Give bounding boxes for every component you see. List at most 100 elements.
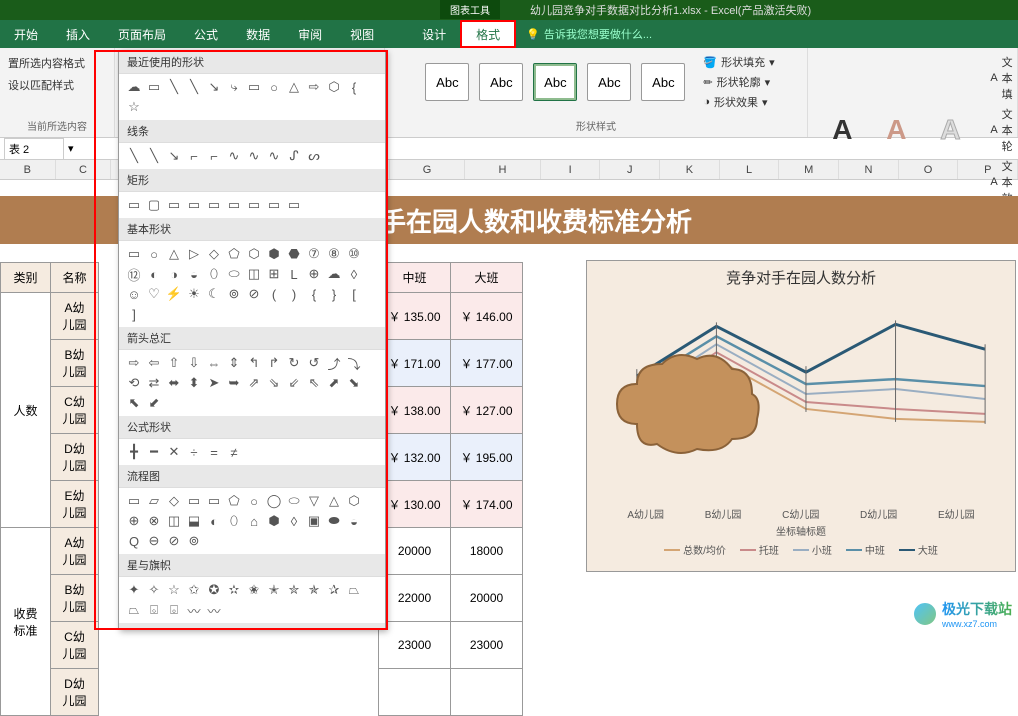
arrow-icon[interactable]: ⬈ — [325, 374, 343, 392]
col-J[interactable]: J — [600, 160, 660, 179]
tab-formula[interactable]: 公式 — [180, 20, 232, 48]
flowchart-icon[interactable]: ⬡ — [345, 492, 363, 510]
flowchart-icon[interactable]: ⬠ — [225, 492, 243, 510]
shape-style-3[interactable]: Abc — [533, 63, 577, 101]
flowchart-icon[interactable]: ▱ — [145, 492, 163, 510]
cell-value[interactable] — [379, 669, 451, 716]
cell-value[interactable]: ￥ 195.00 — [451, 434, 523, 481]
col-L[interactable]: L — [720, 160, 780, 179]
cell-value[interactable]: 23000 — [379, 622, 451, 669]
triangle-icon[interactable]: △ — [285, 78, 303, 96]
cell-value[interactable]: ￥ 132.00 — [379, 434, 451, 481]
flowchart-icon[interactable]: ◐ — [205, 512, 223, 530]
flowchart-icon[interactable]: ▭ — [185, 492, 203, 510]
tab-insert[interactable]: 插入 — [52, 20, 104, 48]
line-icon[interactable]: ╲ — [165, 78, 183, 96]
tab-design[interactable]: 设计 — [408, 20, 460, 48]
star-icon[interactable]: ✧ — [145, 581, 163, 599]
cell-value[interactable]: 22000 — [379, 575, 451, 622]
textbox-icon[interactable]: ▭ — [145, 78, 163, 96]
shape-icon[interactable]: ⬭ — [225, 265, 243, 283]
star-icon[interactable]: ✯ — [305, 581, 323, 599]
multiply-icon[interactable]: ✕ — [165, 443, 183, 461]
cell-value[interactable]: ￥ 135.00 — [379, 293, 451, 340]
curve-icon[interactable]: ∿ — [245, 147, 263, 165]
shape-icon[interactable]: ( — [265, 285, 283, 303]
rect-icon[interactable]: ▭ — [165, 196, 183, 214]
cell-value[interactable]: ￥ 171.00 — [379, 340, 451, 387]
wordart-style-1[interactable]: A — [820, 111, 864, 149]
curve-icon[interactable]: ∿ — [225, 147, 243, 165]
format-selection-button[interactable]: 置所选内容格式 — [8, 52, 106, 74]
name-box-dropdown-icon[interactable]: ▾ — [68, 142, 74, 155]
tab-data[interactable]: 数据 — [232, 20, 284, 48]
freeform-icon[interactable]: ᔑ — [285, 147, 303, 165]
cell-value[interactable]: ￥ 177.00 — [451, 340, 523, 387]
flowchart-icon[interactable]: ◫ — [165, 512, 183, 530]
arrow-icon[interactable]: ↰ — [245, 354, 263, 372]
arrow-icon[interactable]: ⇘ — [265, 374, 283, 392]
cell-name[interactable]: C幼儿园 — [51, 622, 99, 669]
flowchart-icon[interactable]: ◊ — [285, 512, 303, 530]
shape-icon[interactable]: ◐ — [145, 265, 163, 283]
cell-name[interactable]: C幼儿园 — [51, 387, 99, 434]
cell-value[interactable]: ￥ 127.00 — [451, 387, 523, 434]
arrow-icon[interactable]: ↱ — [265, 354, 283, 372]
chart-title[interactable]: 竞争对手在园人数分析 — [587, 261, 1015, 294]
wordart-gallery[interactable]: A A A — [812, 103, 980, 157]
oval-icon[interactable]: ○ — [265, 78, 283, 96]
cloud-shape[interactable] — [607, 344, 767, 464]
line-icon[interactable]: ╲ — [125, 147, 143, 165]
shape-icon[interactable]: ⊕ — [305, 265, 323, 283]
tab-page-layout[interactable]: 页面布局 — [104, 20, 180, 48]
arrow-icon[interactable]: ↻ — [285, 354, 303, 372]
shape-icon[interactable]: ⚡ — [165, 285, 183, 303]
rect-icon[interactable]: ▭ — [185, 196, 203, 214]
rect-icon[interactable]: ▭ — [225, 196, 243, 214]
col-C[interactable]: C — [56, 160, 112, 179]
shape-icon[interactable]: ⬡ — [245, 245, 263, 263]
shape-icon[interactable]: ◇ — [205, 245, 223, 263]
wordart-style-2[interactable]: A — [874, 111, 918, 149]
flowchart-icon[interactable]: ▣ — [305, 512, 323, 530]
flowchart-icon[interactable]: ○ — [245, 492, 263, 510]
th-big[interactable]: 大班 — [451, 263, 523, 293]
tab-review[interactable]: 审阅 — [284, 20, 336, 48]
cell-name[interactable]: D幼儿园 — [51, 434, 99, 481]
shape-icon[interactable]: } — [325, 285, 343, 303]
arrow-icon[interactable]: ↺ — [305, 354, 323, 372]
equals-icon[interactable]: = — [205, 443, 223, 461]
chart-object[interactable]: 竞争对手在园人数分析 A幼儿园 B幼儿园 C幼儿园 D幼儿园 E幼儿园 — [586, 260, 1016, 572]
col-K[interactable]: K — [660, 160, 720, 179]
banner-icon[interactable]: ⏢ — [345, 581, 363, 599]
shape-icon[interactable]: ▷ — [185, 245, 203, 263]
arrow-icon[interactable]: ⇨ — [125, 354, 143, 372]
arrow-line-icon[interactable]: ↘ — [205, 78, 223, 96]
banner-icon[interactable]: ⏢ — [125, 601, 143, 619]
star-icon[interactable]: ✫ — [225, 581, 243, 599]
arrow-icon[interactable]: ⇕ — [225, 354, 243, 372]
shape-icon[interactable]: ] — [125, 305, 143, 323]
shape-icon[interactable]: ⑫ — [125, 265, 143, 283]
minus-icon[interactable]: ━ — [145, 443, 163, 461]
flowchart-icon[interactable]: ⌂ — [245, 512, 263, 530]
flowchart-icon[interactable]: ⬯ — [225, 512, 243, 530]
shape-style-gallery[interactable]: Abc Abc Abc Abc Abc — [417, 55, 693, 109]
shape-icon[interactable]: ⬣ — [285, 245, 303, 263]
arrow-icon[interactable]: ⇩ — [185, 354, 203, 372]
shape-effects-button[interactable]: ◑形状效果 ▾ — [703, 92, 774, 112]
rounded-rect-icon[interactable]: ▢ — [145, 196, 163, 214]
shape-icon[interactable]: ⑧ — [325, 245, 343, 263]
cloud-shape-icon[interactable]: ☁ — [125, 78, 143, 96]
hexagon-icon[interactable]: ⬡ — [325, 78, 343, 96]
shape-style-4[interactable]: Abc — [587, 63, 631, 101]
col-B[interactable]: B — [0, 160, 56, 179]
star-icon[interactable]: ✮ — [285, 581, 303, 599]
cell-value[interactable]: ￥ 146.00 — [451, 293, 523, 340]
shape-icon[interactable]: L — [285, 265, 303, 283]
star-icon[interactable]: ✭ — [265, 581, 283, 599]
tab-format[interactable]: 格式 — [460, 20, 516, 48]
arrow-icon[interactable]: ⇖ — [305, 374, 323, 392]
line-icon[interactable]: ╲ — [185, 78, 203, 96]
cell-value[interactable] — [451, 669, 523, 716]
